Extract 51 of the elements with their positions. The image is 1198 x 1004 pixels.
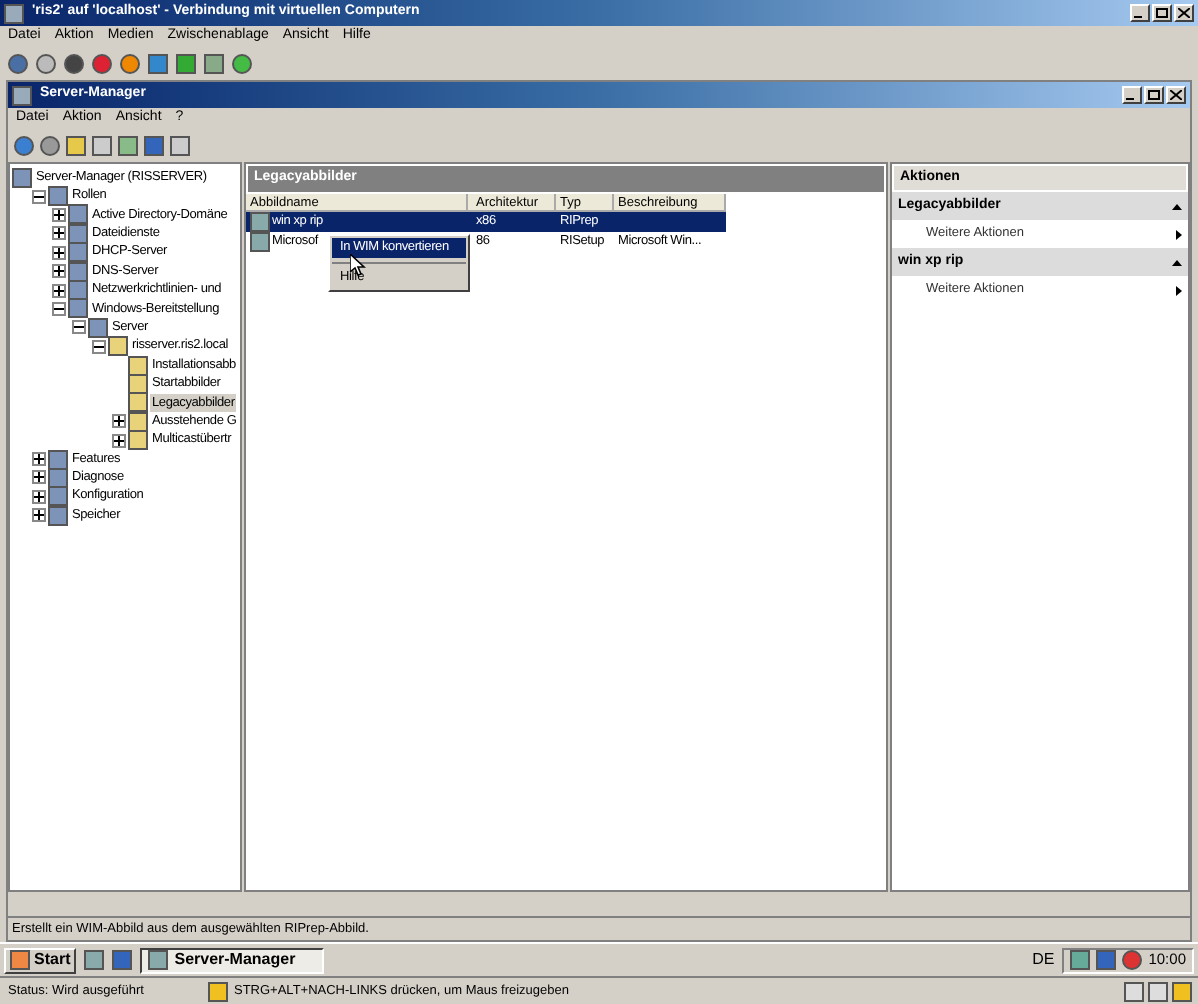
expand-icon[interactable] — [32, 470, 46, 485]
minimize-button[interactable] — [1130, 4, 1150, 22]
expand-icon[interactable] — [52, 226, 66, 241]
expand-icon[interactable] — [52, 283, 66, 298]
collapse-icon — [1172, 203, 1182, 209]
collapse-icon[interactable] — [52, 301, 66, 316]
node-icon — [12, 167, 32, 188]
expand-icon[interactable] — [32, 489, 46, 504]
node-icon — [48, 505, 68, 526]
expand-icon[interactable] — [52, 264, 66, 279]
expand-icon[interactable] — [32, 452, 46, 467]
collapse-icon[interactable] — [92, 339, 106, 354]
node-icon — [48, 449, 68, 470]
minimize-button[interactable] — [1122, 86, 1142, 104]
close-button[interactable] — [1166, 86, 1186, 104]
expand-icon[interactable] — [52, 245, 66, 260]
node-icon — [128, 411, 148, 432]
node-icon — [48, 467, 68, 488]
expand-icon[interactable] — [112, 433, 126, 448]
close-icon — [1178, 8, 1190, 18]
language-indicator[interactable]: DE — [1032, 948, 1055, 972]
taskbar-button[interactable]: Server-Manager — [140, 947, 325, 973]
node-icon — [68, 242, 88, 263]
node-icon — [128, 374, 148, 394]
collapse-icon[interactable] — [72, 320, 86, 335]
expand-icon[interactable] — [112, 414, 126, 429]
close-button[interactable] — [1174, 4, 1194, 22]
node-icon — [108, 336, 128, 357]
node-icon — [68, 204, 88, 225]
node-icon — [48, 186, 68, 207]
expand-icon[interactable] — [32, 508, 46, 523]
node-icon — [68, 280, 88, 301]
collapse-icon[interactable] — [32, 189, 46, 204]
start-button[interactable]: Start — [4, 947, 77, 973]
restore-button[interactable] — [1144, 86, 1164, 104]
submenu-arrow-icon — [1176, 285, 1182, 295]
node-icon — [128, 355, 148, 376]
node-icon — [128, 430, 148, 451]
submenu-arrow-icon — [1176, 229, 1182, 239]
restore-icon — [1148, 90, 1160, 100]
expand-icon[interactable] — [52, 207, 66, 222]
node-icon — [68, 223, 88, 244]
node-icon — [68, 261, 88, 282]
node-icon — [48, 486, 68, 507]
close-icon — [1170, 90, 1182, 100]
node-icon — [88, 317, 108, 338]
collapse-icon — [1172, 259, 1182, 265]
maximize-button[interactable] — [1152, 4, 1172, 22]
node-icon — [128, 392, 148, 413]
node-icon — [68, 298, 88, 319]
maximize-icon — [1156, 8, 1168, 18]
